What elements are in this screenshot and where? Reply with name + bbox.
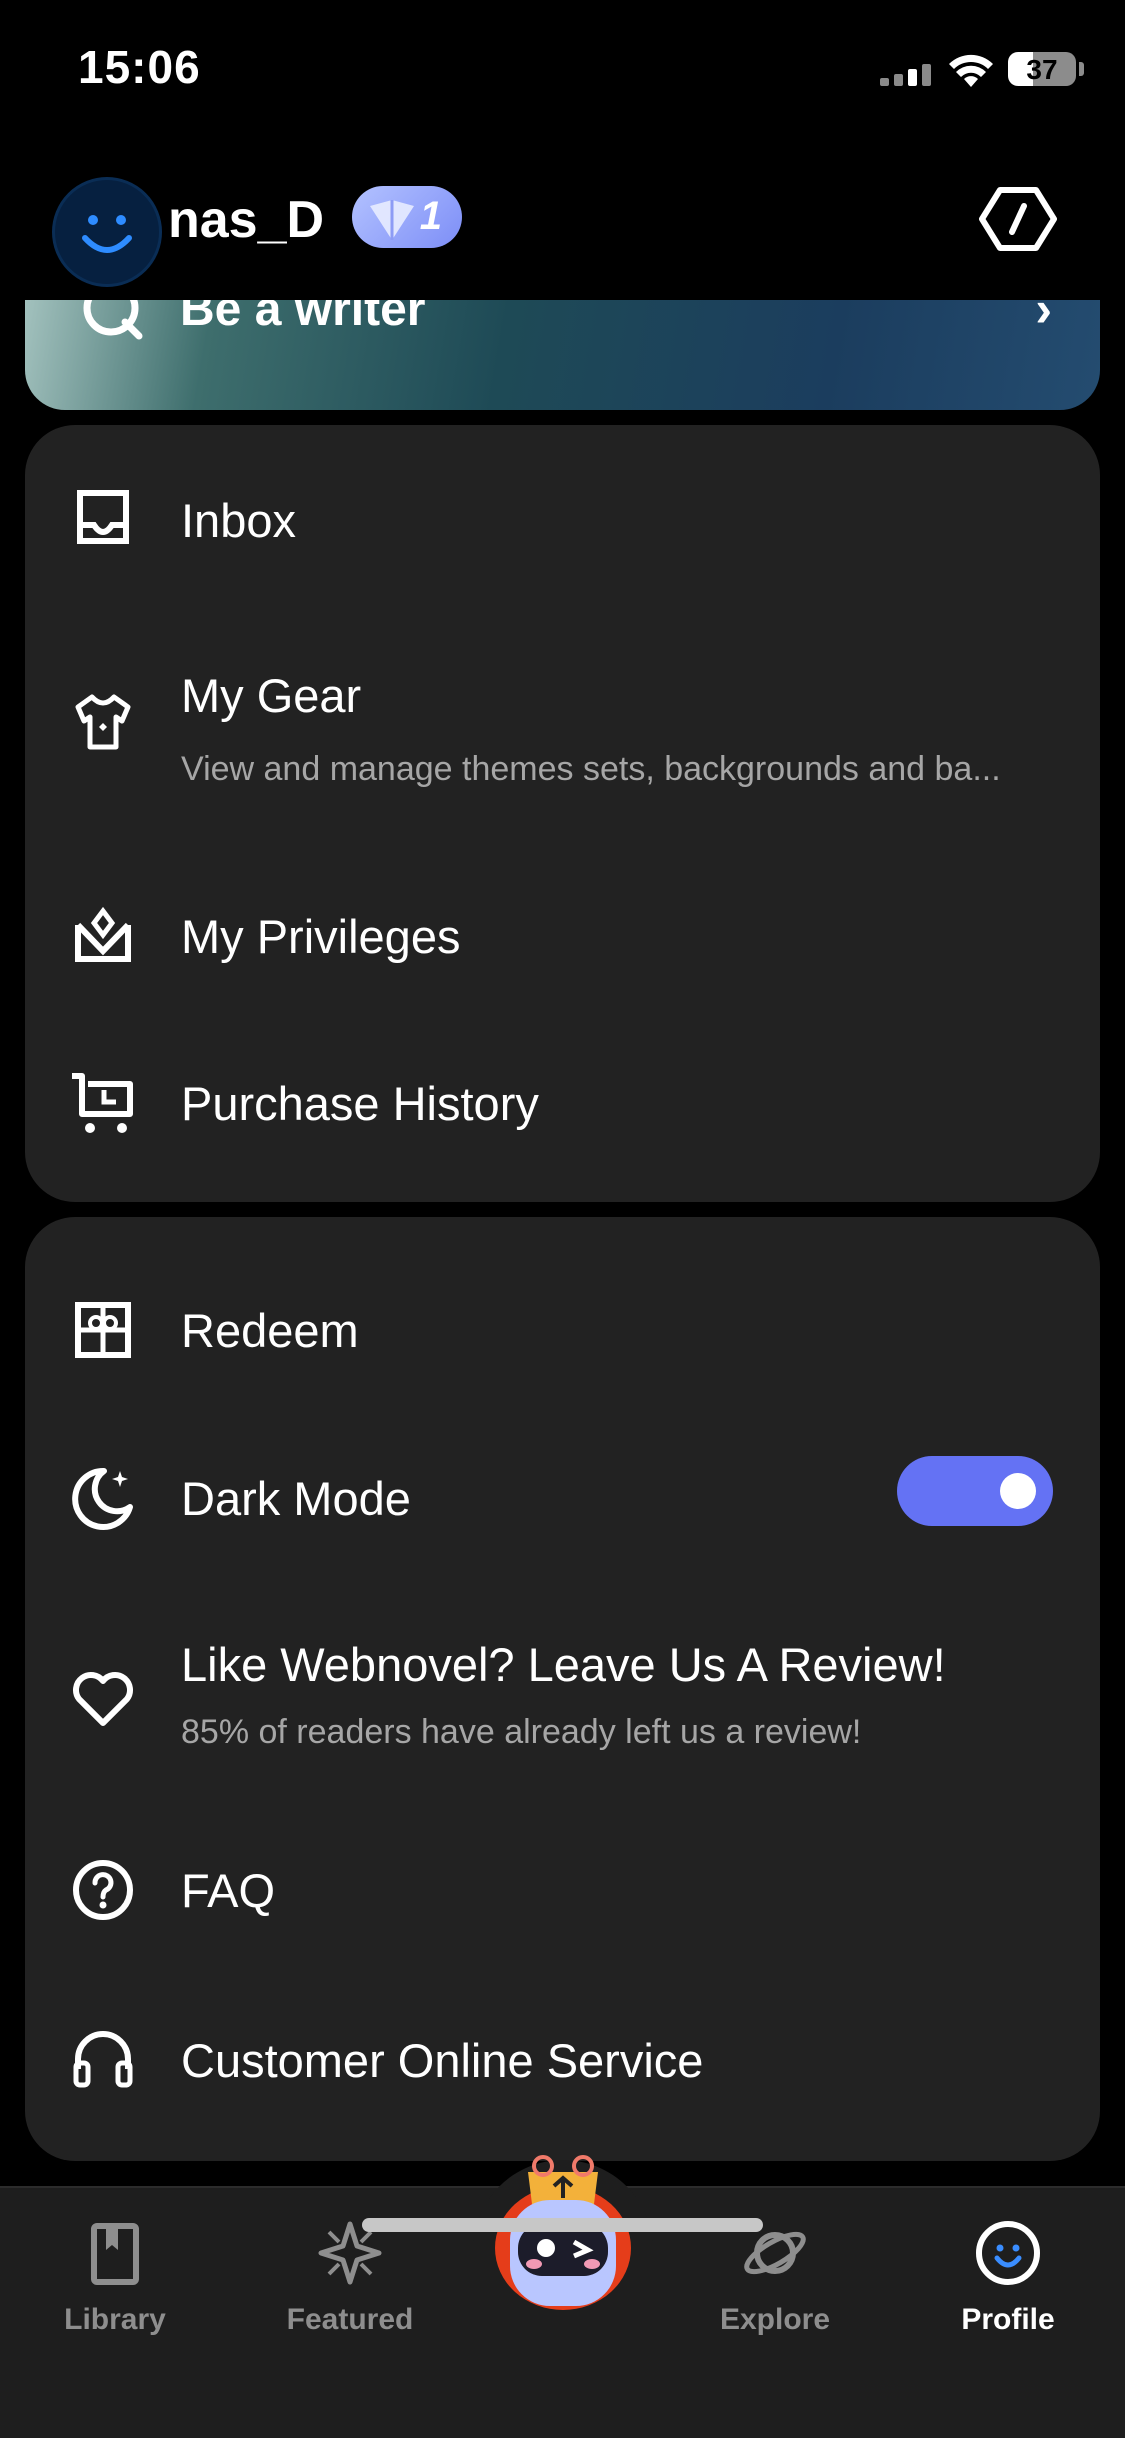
tab-label: Explore [719,2303,831,2336]
tab-library[interactable]: Library [15,2218,215,2337]
tab-label: Featured [286,2303,414,2336]
headset-icon [70,2027,136,2093]
username[interactable]: nas_D [168,190,324,250]
crown-icon [70,903,136,969]
smiley-icon [976,2221,1040,2285]
level-number: 1 [419,194,442,238]
menu-item-label: My Privileges [181,910,461,963]
menu-item-customer-service[interactable]: Customer Online Service [25,2027,1100,2147]
menu-item-purchase-history[interactable]: Purchase History [25,1070,1100,1190]
status-bar: 15:06 37 [0,0,1125,140]
menu-card-settings: Redeem Dark Mode Like Webnovel? Leave Us… [25,1217,1100,2161]
book-icon [91,2223,139,2285]
menu-item-label: Inbox [181,494,296,547]
tab-label: Profile [961,2303,1055,2336]
moon-icon [70,1465,136,1531]
menu-item-label: Like Webnovel? Leave Us A Review! [181,1638,946,1691]
menu-item-label: FAQ [181,1864,276,1917]
inbox-icon [70,485,136,551]
battery-icon: 37 [1008,52,1076,86]
level-badge[interactable]: 1 [352,186,462,248]
menu-item-label: My Gear [181,669,362,722]
toggle-knob [1000,1473,1036,1509]
status-time: 15:06 [78,41,201,93]
edit-profile-icon[interactable] [978,184,1058,254]
wifi-icon [949,54,993,87]
menu-item-label: Redeem [181,1304,359,1357]
menu-item-label: Purchase History [181,1077,539,1130]
tab-explore[interactable]: Explore [675,2218,875,2337]
smiley-avatar-icon [82,215,132,253]
menu-item-redeem[interactable]: Redeem [25,1297,1100,1417]
battery-cap [1079,62,1084,76]
heart-icon [70,1665,136,1731]
profile-header: nas_D 1 [0,170,1125,300]
avatar[interactable] [52,177,162,287]
question-icon [70,1857,136,1923]
mascot-icon[interactable] [488,2152,638,2312]
tab-profile[interactable]: Profile [908,2218,1108,2337]
tab-featured[interactable]: Featured [250,2218,450,2337]
menu-card-account: Inbox My Gear View and manage themes set… [25,425,1100,1202]
menu-item-my-privileges[interactable]: My Privileges [25,903,1100,1023]
menu-item-my-gear[interactable]: My Gear View and manage themes sets, bac… [25,669,1100,825]
menu-item-subtitle: View and manage themes sets, backgrounds… [181,750,1001,788]
tab-label: Library [64,2303,166,2336]
gift-icon [70,1297,136,1363]
battery-level: 37 [1026,54,1058,85]
menu-item-leave-review[interactable]: Like Webnovel? Leave Us A Review! 85% of… [25,1635,1100,1785]
dark-mode-toggle[interactable] [897,1456,1053,1526]
home-indicator[interactable] [362,2218,763,2232]
menu-item-label: Dark Mode [181,1472,411,1525]
menu-item-label: Customer Online Service [181,2034,704,2087]
menu-item-inbox[interactable]: Inbox [25,485,1100,605]
menu-item-faq[interactable]: FAQ [25,1857,1100,1977]
menu-item-subtitle: 85% of readers have already left us a re… [181,1713,862,1751]
diamond-icon [370,200,414,240]
cart-icon [70,1070,136,1136]
tshirt-icon [70,689,136,755]
cellular-signal-icon [880,62,936,86]
